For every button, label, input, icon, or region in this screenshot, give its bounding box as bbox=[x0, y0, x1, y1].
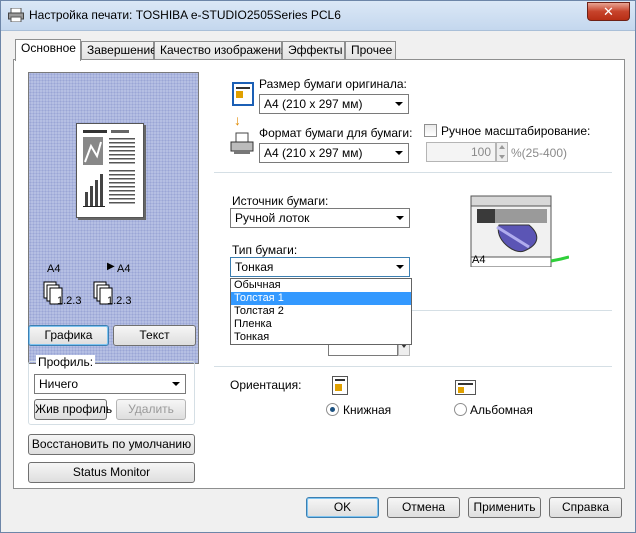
page-layout-graphic bbox=[83, 130, 135, 207]
cancel-button[interactable]: Отмена bbox=[387, 497, 460, 518]
close-button[interactable]: ✕ bbox=[587, 2, 630, 21]
help-button[interactable]: Справка bbox=[549, 497, 622, 518]
paper-type-dropdown-list: Обычная Толстая 1 Толстая 2 Пленка Тонка… bbox=[230, 278, 412, 345]
graphics-view-button[interactable]: Графика bbox=[28, 325, 109, 346]
scale-input: 100 bbox=[426, 142, 496, 162]
paper-type-option[interactable]: Обычная bbox=[231, 279, 411, 292]
original-size-select[interactable]: A4 (210 x 297 мм) bbox=[259, 94, 409, 114]
portrait-radio[interactable] bbox=[326, 403, 339, 416]
text-view-button[interactable]: Текст bbox=[113, 325, 196, 346]
chevron-down-icon bbox=[395, 102, 403, 106]
scale-range-label: %(25-400) bbox=[511, 146, 568, 160]
portrait-orientation-icon bbox=[332, 376, 348, 395]
paper-type-option[interactable]: Тонкая bbox=[231, 331, 411, 344]
manual-scaling-checkbox[interactable] bbox=[424, 124, 437, 137]
tab-effects[interactable]: Эффекты bbox=[282, 41, 345, 59]
profile-select[interactable]: Ничего bbox=[34, 374, 186, 394]
printer-paper-size-label: A4 bbox=[472, 254, 486, 266]
apply-button[interactable]: Применить bbox=[468, 497, 541, 518]
restore-defaults-button[interactable]: Восстановить по умолчанию bbox=[28, 434, 195, 455]
portrait-label: Книжная bbox=[343, 403, 392, 417]
print-size-value: A4 (210 x 297 мм) bbox=[264, 146, 363, 160]
spin-up-icon bbox=[499, 145, 505, 149]
paper-source-value: Ручной лоток bbox=[235, 211, 310, 225]
section-divider bbox=[412, 310, 612, 311]
chevron-down-icon bbox=[396, 216, 404, 220]
paper-type-option[interactable]: Толстая 2 bbox=[231, 305, 411, 318]
arrow-down-icon: ↓ bbox=[234, 112, 241, 128]
original-size-value: A4 (210 x 297 мм) bbox=[264, 97, 363, 111]
page-thumbnail bbox=[76, 123, 144, 218]
arrow-right-icon: ▶ bbox=[107, 261, 115, 272]
paper-source-select[interactable]: Ручной лоток bbox=[230, 208, 410, 228]
printer-icon bbox=[8, 8, 24, 22]
delete-profile-button: Удалить bbox=[116, 399, 186, 420]
printer-output-icon bbox=[230, 132, 254, 154]
print-size-label: Формат бумаги для бумаги: bbox=[259, 126, 413, 140]
preview-collate-output: 1.2.3 bbox=[107, 295, 132, 307]
print-settings-window: Настройка печати: TOSHIBA e-STUDIO2505Se… bbox=[0, 0, 636, 533]
chevron-down-icon bbox=[395, 151, 403, 155]
window-title: Настройка печати: TOSHIBA e-STUDIO2505Se… bbox=[29, 8, 341, 22]
scale-spinner bbox=[496, 142, 508, 162]
preview-paper-size-output: A4 bbox=[117, 263, 131, 275]
preview-paper-size-original: A4 bbox=[47, 263, 61, 275]
manual-scaling-label: Ручное масштабирование: bbox=[441, 124, 591, 138]
tab-image-quality[interactable]: Качество изображения bbox=[154, 41, 288, 59]
tab-other[interactable]: Прочее bbox=[345, 41, 396, 59]
paper-source-label: Источник бумаги: bbox=[232, 194, 329, 208]
chevron-down-icon bbox=[172, 382, 180, 386]
status-monitor-button[interactable]: Status Monitor bbox=[28, 462, 195, 483]
profile-select-value: Ничего bbox=[39, 377, 79, 391]
print-size-select[interactable]: A4 (210 x 297 мм) bbox=[259, 143, 409, 163]
print-preview: A4 ▶ A4 1.2.3 1.2.3 bbox=[28, 72, 199, 364]
landscape-radio[interactable] bbox=[454, 403, 467, 416]
paper-type-option[interactable]: Пленка bbox=[231, 318, 411, 331]
profile-group-label: Профиль: bbox=[36, 355, 96, 369]
ok-button[interactable]: OK bbox=[306, 497, 379, 518]
paper-type-value: Тонкая bbox=[235, 260, 274, 274]
tab-panel-basic: A4 ▶ A4 1.2.3 1.2.3 Графика Текст Профил… bbox=[13, 59, 625, 489]
title-bar[interactable]: Настройка печати: TOSHIBA e-STUDIO2505Se… bbox=[1, 1, 635, 31]
section-divider bbox=[214, 172, 612, 173]
spin-down-icon bbox=[499, 155, 505, 159]
orientation-label: Ориентация: bbox=[230, 378, 302, 392]
preview-collate-original: 1.2.3 bbox=[57, 295, 82, 307]
paper-type-select[interactable]: Тонкая bbox=[230, 257, 410, 277]
paper-type-label: Тип бумаги: bbox=[232, 243, 298, 257]
original-document-icon bbox=[232, 82, 254, 106]
landscape-label: Альбомная bbox=[470, 403, 533, 417]
paper-type-option-highlighted[interactable]: Толстая 1 bbox=[231, 292, 411, 305]
tab-finishing[interactable]: Завершение bbox=[81, 41, 157, 59]
landscape-orientation-icon bbox=[455, 380, 476, 395]
chevron-down-icon bbox=[396, 265, 404, 269]
live-profile-button[interactable]: Жив профиль bbox=[34, 399, 112, 420]
tab-basic[interactable]: Основное bbox=[15, 39, 81, 61]
original-size-label: Размер бумаги оригинала: bbox=[259, 77, 407, 91]
section-divider bbox=[214, 366, 612, 367]
